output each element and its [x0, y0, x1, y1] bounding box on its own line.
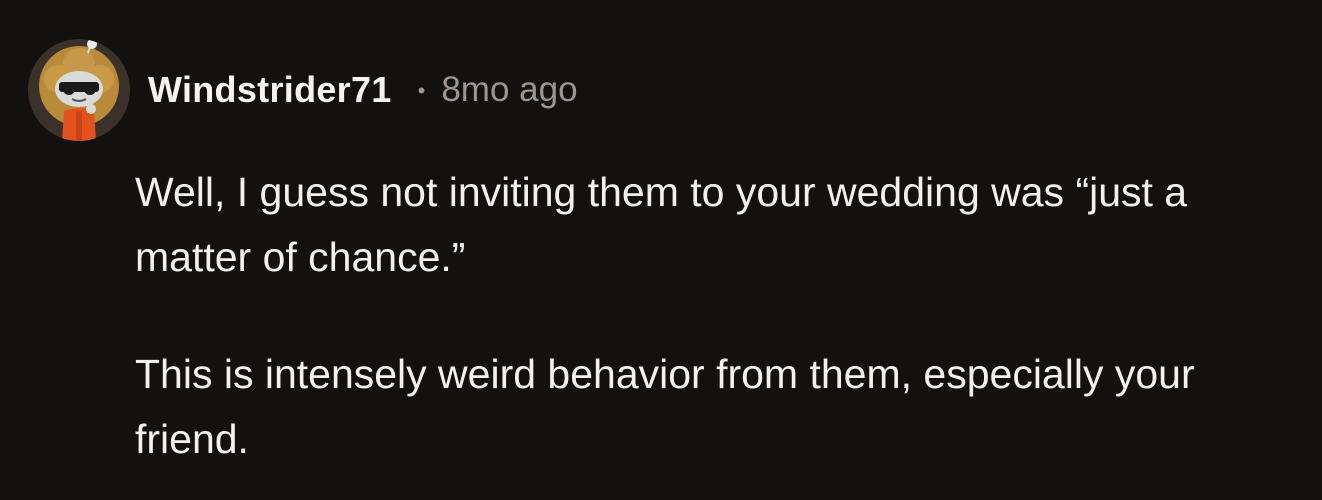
username-link[interactable]: Windstrider71 [148, 69, 392, 111]
avatar[interactable] [28, 39, 130, 141]
timestamp[interactable]: 8mo ago [441, 70, 577, 110]
separator-dot: • [417, 78, 426, 103]
comment-body: Well, I guess not inviting them to your … [135, 160, 1305, 472]
comment-paragraph: This is intensely weird behavior from th… [135, 351, 1195, 462]
comment-header: Windstrider71 • 8mo ago [28, 38, 578, 142]
snoo-avatar-icon [28, 39, 130, 141]
comment-paragraph: Well, I guess not inviting them to your … [135, 169, 1188, 280]
comment: Windstrider71 • 8mo ago Well, I guess no… [0, 0, 1322, 500]
